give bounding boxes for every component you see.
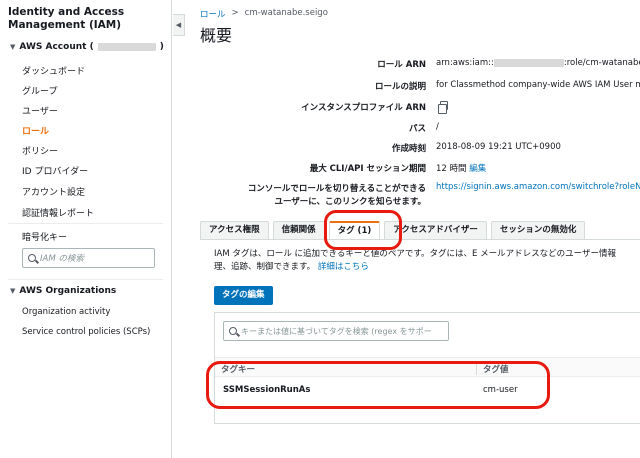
sidebar-search-placeholder: IAM の検索 (40, 254, 84, 264)
sidebar-item-dashboard[interactable]: ダッシュボード (22, 64, 85, 77)
tab-trust-relationships[interactable]: 信頼関係 (272, 221, 325, 239)
organizations-label: AWS Organizations (19, 286, 117, 296)
account-section-header[interactable]: ▼ AWS Account () (10, 42, 164, 52)
account-label: AWS Account ( (19, 42, 94, 52)
path-value: / (436, 122, 439, 132)
caret-down-icon: ▼ (10, 287, 16, 295)
tag-search-placeholder: キーまたは値に基づいてタグを検索 (regex をサポー (241, 326, 432, 336)
role-arn-label: ロール ARN (377, 60, 426, 70)
sidebar-collapse-toggle[interactable]: ◀ (173, 14, 185, 36)
path-label: パス (408, 124, 426, 134)
created-value: 2018-08-09 19:21 UTC+0900 (436, 142, 561, 152)
copy-icon[interactable] (438, 101, 448, 114)
highlight-tags-tab-annotation (324, 210, 402, 250)
created-label: 作成時刻 (391, 144, 426, 154)
sidebar-item-identity-providers[interactable]: ID プロバイダー (22, 164, 88, 177)
description-label: ロールの説明 (374, 82, 426, 92)
breadcrumb-roles-link[interactable]: ロール (200, 8, 226, 20)
sidebar-item-account-settings[interactable]: アカウント設定 (22, 185, 85, 198)
sidebar-item-credential-report[interactable]: 認証情報レポート (22, 206, 94, 219)
page-title: 概要 (200, 26, 233, 45)
app-title[interactable]: Identity and Access Management (IAM) (8, 6, 158, 32)
learn-more-link[interactable]: 詳細はこちら (318, 262, 369, 272)
sidebar-divider (8, 223, 163, 224)
breadcrumb: ロール > cm-watanabe.seigo (200, 8, 328, 20)
role-arn-value: arn:aws:iam:::role/cm-watanabe.se (436, 58, 640, 68)
redacted-account-id (97, 43, 156, 51)
caret-down-icon: ▼ (10, 43, 16, 51)
breadcrumb-current: cm-watanabe.seigo (244, 8, 328, 18)
tabs-divider (200, 239, 640, 240)
sidebar-item-policies[interactable]: ポリシー (22, 144, 58, 157)
tags-description-line2: 理、追跡、制御できます。 (214, 262, 316, 272)
sidebar-item-organization-activity[interactable]: Organization activity (22, 307, 110, 317)
search-icon (28, 254, 36, 262)
sidebar: Identity and Access Management (IAM) ▼ A… (0, 0, 172, 458)
instance-profile-value (438, 101, 448, 114)
breadcrumb-separator: > (231, 8, 239, 18)
instance-profile-label: インスタンスプロファイル ARN (301, 103, 426, 113)
sidebar-search-input[interactable]: IAM の検索 (22, 248, 155, 268)
tags-description-line1: IAM タグは、ロール に追加できるキーと値のペアです。タグには、E メールアド… (214, 249, 616, 259)
tab-revoke-sessions[interactable]: セッションの無効化 (490, 221, 586, 239)
sidebar-item-groups[interactable]: グループ (22, 84, 57, 97)
sidebar-item-scps[interactable]: Service control policies (SCPs) (22, 327, 150, 337)
description-value: for Classmethod company-wide AWS IAM Use… (436, 80, 640, 90)
max-session-edit-link[interactable]: 編集 (469, 164, 486, 174)
redacted-account-id (493, 58, 564, 67)
tags-description: IAM タグは、ロール に追加できるキーと値のペアです。タグには、E メールアド… (214, 248, 640, 274)
sidebar-item-roles[interactable]: ロール (22, 124, 49, 137)
sidebar-item-users[interactable]: ユーザー (22, 104, 58, 117)
organizations-section-header[interactable]: ▼ AWS Organizations (10, 286, 116, 296)
max-session-value: 12 時間 編集 (436, 164, 487, 174)
highlight-tag-row-annotation (206, 361, 550, 409)
chevron-left-icon: ◀ (175, 21, 182, 29)
switch-role-link[interactable]: https://signin.aws.amazon.com/switchrole… (436, 182, 640, 192)
switch-role-label-line2: ユーザーに、このリンクを知らせます。 (274, 197, 426, 207)
switch-role-label-line1: コンソールでロールを切り替えることができる (247, 184, 426, 194)
search-icon (229, 327, 237, 335)
sidebar-item-encryption-keys[interactable]: 暗号化キー (22, 230, 67, 243)
tag-search-input[interactable]: キーまたは値に基づいてタグを検索 (regex をサポー (223, 321, 449, 341)
sidebar-divider (8, 279, 163, 280)
tab-permissions[interactable]: アクセス権限 (200, 221, 269, 239)
max-session-label: 最大 CLI/API セッション期間 (309, 164, 426, 174)
account-label-close: ) (159, 42, 164, 52)
edit-tags-button[interactable]: タグの編集 (214, 286, 273, 305)
